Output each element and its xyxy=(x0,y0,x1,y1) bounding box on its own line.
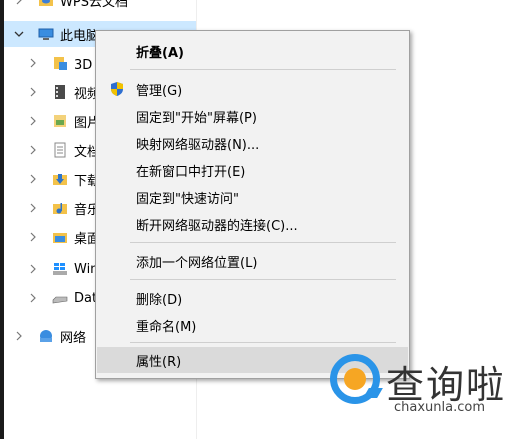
tree-item-label: 此电脑 xyxy=(60,28,100,44)
chevron-right-icon[interactable] xyxy=(12,329,26,343)
chevron-right-icon[interactable] xyxy=(26,201,40,215)
documents-folder-icon xyxy=(52,142,68,158)
menu-separator xyxy=(130,69,396,70)
menu-item-label: 固定到"开始"屏幕(P) xyxy=(136,110,257,126)
menu-item-map-network-drive[interactable]: 映射网络驱动器(N)... xyxy=(97,130,408,156)
menu-item-label: 删除(D) xyxy=(136,292,183,308)
video-folder-icon xyxy=(52,84,68,100)
windows-drive-icon xyxy=(52,261,68,277)
chevron-right-icon[interactable] xyxy=(26,230,40,244)
tree-item-wps-cloud[interactable]: WPS云文档 xyxy=(4,0,196,13)
chevron-right-icon[interactable] xyxy=(26,85,40,99)
logo-dot xyxy=(344,368,366,390)
chevron-right-icon[interactable] xyxy=(12,0,26,7)
menu-separator xyxy=(130,342,396,343)
menu-item-pin-to-quick-access[interactable]: 固定到"快速访问" xyxy=(97,184,408,210)
menu-item-collapse[interactable]: 折叠(A) xyxy=(97,38,408,64)
menu-item-label: 重命名(M) xyxy=(136,319,197,335)
menu-separator xyxy=(130,242,396,243)
menu-item-label: 固定到"快速访问" xyxy=(136,191,239,207)
menu-item-disconnect-network-drive[interactable]: 断开网络驱动器的连接(C)... xyxy=(97,211,408,237)
menu-item-label: 管理(G) xyxy=(136,83,183,99)
menu-item-pin-to-start[interactable]: 固定到"开始"屏幕(P) xyxy=(97,103,408,129)
menu-item-add-network-location[interactable]: 添加一个网络位置(L) xyxy=(97,248,408,274)
menu-item-rename[interactable]: 重命名(M) xyxy=(97,312,408,338)
pictures-folder-icon xyxy=(52,113,68,129)
menu-item-label: 在新窗口中打开(E) xyxy=(136,164,246,180)
desktop-folder-icon xyxy=(52,229,68,245)
network-icon xyxy=(38,328,54,344)
music-folder-icon xyxy=(52,200,68,216)
chevron-right-icon[interactable] xyxy=(26,262,40,276)
chevron-right-icon[interactable] xyxy=(26,56,40,70)
menu-item-label: 断开网络驱动器的连接(C)... xyxy=(136,218,298,234)
menu-item-label: 属性(R) xyxy=(136,354,182,370)
context-menu: 折叠(A) 管理(G) 固定到"开始"屏幕(P) 映射网络驱动器(N)... 在… xyxy=(95,30,410,379)
menu-item-label: 折叠(A) xyxy=(136,45,184,61)
uac-shield-icon xyxy=(109,81,125,97)
tree-item-label: 网络 xyxy=(60,330,87,346)
chevron-right-icon[interactable] xyxy=(26,114,40,128)
tree-item-label: WPS云文档 xyxy=(60,0,128,10)
watermark-url: chaxunla.com xyxy=(394,400,485,415)
downloads-folder-icon xyxy=(52,171,68,187)
menu-item-open-in-new-window[interactable]: 在新窗口中打开(E) xyxy=(97,157,408,183)
menu-separator xyxy=(130,279,396,280)
menu-item-manage[interactable]: 管理(G) xyxy=(97,76,408,102)
menu-item-delete[interactable]: 删除(D) xyxy=(97,285,408,311)
3d-objects-icon xyxy=(52,55,68,71)
drive-icon xyxy=(52,290,68,306)
chevron-right-icon[interactable] xyxy=(26,291,40,305)
menu-item-label: 添加一个网络位置(L) xyxy=(136,255,258,271)
computer-icon xyxy=(38,26,54,42)
menu-item-label: 映射网络驱动器(N)... xyxy=(136,137,260,153)
cloud-folder-icon xyxy=(38,0,54,8)
chevron-down-icon[interactable] xyxy=(12,27,26,41)
watermark-logo: 查询啦 chaxunla.com xyxy=(330,348,508,422)
chevron-right-icon[interactable] xyxy=(26,143,40,157)
chevron-right-icon[interactable] xyxy=(26,172,40,186)
